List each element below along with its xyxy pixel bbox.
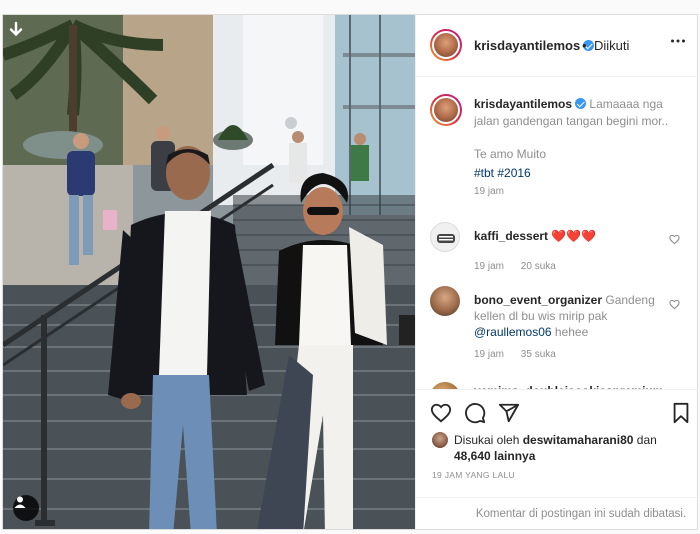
comment-body: bono_event_organizer Gandeng kellen dl b… <box>474 292 674 340</box>
caption-avatar[interactable] <box>430 94 462 126</box>
post-actions: Disukai oleh deswitamaharani80 dan 48,64… <box>416 389 698 497</box>
comment-like-icon[interactable] <box>669 232 680 245</box>
download-icon[interactable] <box>7 21 25 39</box>
likes-count[interactable]: 48,640 lainnya <box>454 449 535 463</box>
comment-icon[interactable] <box>464 402 486 424</box>
comment-likes[interactable]: 35 suka <box>521 349 556 360</box>
author-avatar[interactable] <box>430 29 462 61</box>
post-header: krisdayantilemos • Diikuti <box>416 15 698 77</box>
photo-illustration <box>3 15 415 529</box>
like-icon[interactable] <box>430 402 452 424</box>
likes-prefix: Disukai oleh <box>454 433 520 447</box>
comment-time: 19 jam <box>474 261 505 272</box>
page: krisdayantilemos • Diikuti krisdayantile… <box>0 0 700 534</box>
post-photo[interactable] <box>3 15 415 529</box>
comment-time: 19 jam <box>474 349 505 360</box>
likes-connector: dan <box>636 433 657 447</box>
caption-username[interactable]: krisdayantilemos <box>474 97 572 111</box>
comment-avatar[interactable] <box>430 286 460 316</box>
comment-body: kaffi_dessert ❤️❤️❤️ <box>474 228 674 244</box>
liked-by-avatar[interactable] <box>432 432 448 448</box>
share-icon[interactable] <box>498 402 520 424</box>
comment-text: ❤️❤️❤️ <box>551 229 597 243</box>
comment-username[interactable]: bono_event_organizer <box>474 293 602 307</box>
author-username-text[interactable]: krisdayantilemos <box>474 38 580 53</box>
comment-username[interactable]: kaffi_dessert <box>474 229 548 243</box>
save-icon[interactable] <box>670 402 692 424</box>
likes-summary: Disukai oleh deswitamaharani80 dan 48,64… <box>454 432 684 464</box>
more-options-icon[interactable] <box>670 33 686 52</box>
follow-separator: • <box>582 38 587 53</box>
caption-extra: Te amo Muito #tbt #2016 <box>474 146 546 182</box>
post-sidebar: krisdayantilemos • Diikuti krisdayantile… <box>415 15 698 529</box>
user-tag-icon[interactable] <box>13 495 39 521</box>
caption: krisdayantilemos Lamaaaa nga jalan gande… <box>474 96 684 130</box>
hashtag[interactable]: #2016 <box>497 166 530 180</box>
comment-meta: 19 jam 20 suka <box>474 261 570 272</box>
comment-text-after: hehee <box>554 325 589 339</box>
comment-mention[interactable]: @raullemos06 <box>474 325 552 339</box>
comments-limited-text: Komentar di postingan ini sudah dibatasi… <box>475 508 687 520</box>
caption-line2: Te amo Muito <box>474 147 547 161</box>
verified-badge-icon <box>575 98 587 109</box>
comments-limited-notice: Komentar di postingan ini sudah dibatasi… <box>416 497 698 529</box>
comment-meta: 19 jam 35 suka <box>474 349 570 360</box>
hashtag[interactable]: #tbt <box>474 166 494 180</box>
comment-likes[interactable]: 20 suka <box>521 261 556 272</box>
post-time: 19 JAM YANG LALU <box>432 470 515 480</box>
post-dialog: krisdayantilemos • Diikuti krisdayantile… <box>2 14 698 530</box>
likes-user[interactable]: deswitamaharani80 <box>523 433 634 447</box>
comment-avatar[interactable] <box>430 382 460 389</box>
follow-status-button[interactable]: Diikuti <box>594 38 629 53</box>
caption-time: 19 jam <box>474 186 505 197</box>
comments-section: krisdayantilemos Lamaaaa nga jalan gande… <box>416 78 698 389</box>
comment-avatar[interactable] <box>430 222 460 252</box>
author-username[interactable]: krisdayantilemos <box>474 38 595 53</box>
comment-like-icon[interactable] <box>669 297 680 310</box>
